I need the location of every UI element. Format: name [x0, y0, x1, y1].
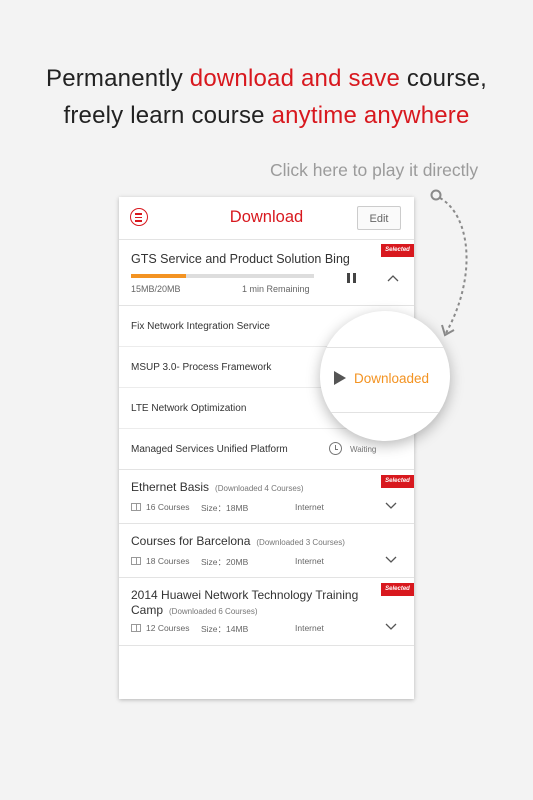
downloaded-count: (Downloaded 3 Courses) — [256, 538, 345, 547]
course-item[interactable]: Selected 2014 Huawei Network Technology … — [119, 578, 414, 646]
play-icon[interactable] — [334, 371, 346, 385]
chevron-up-icon[interactable] — [387, 274, 399, 282]
course-source: Internet — [295, 556, 324, 566]
chevron-down-icon[interactable] — [385, 502, 397, 510]
course-count: 18 Courses — [146, 556, 190, 566]
course-title: GTS Service and Product Solution Bing — [131, 252, 350, 266]
headline-segment: course, — [400, 65, 488, 92]
book-icon — [131, 503, 141, 511]
course-name-row: Courses for Barcelona (Downloaded 3 Cours… — [131, 534, 345, 548]
download-size: 15MB/20MB — [131, 284, 181, 294]
course-item[interactable]: Selected Ethernet Basis (Downloaded 4 Cou… — [119, 470, 414, 524]
course-size: Size：20MB — [201, 557, 249, 567]
headline-segment: Permanently — [45, 65, 190, 92]
active-course[interactable]: Selected GTS Service and Product Solutio… — [119, 240, 414, 306]
pause-icon[interactable] — [347, 273, 356, 283]
phone-screen: Download Edit Selected GTS Service and P… — [119, 197, 414, 699]
course-name-row: 2014 Huawei Network Technology Training … — [131, 588, 381, 619]
course-source: Internet — [295, 502, 324, 512]
course-name-row: Ethernet Basis (Downloaded 4 Courses) — [131, 480, 304, 494]
book-icon — [131, 557, 141, 565]
lesson-label: Managed Services Unified Platform — [131, 444, 288, 455]
selected-badge: Selected — [381, 583, 414, 596]
downloaded-count: (Downloaded 4 Courses) — [215, 484, 304, 493]
course-meta: 18 Courses Size：20MB Internet — [131, 556, 324, 567]
book-icon — [131, 624, 141, 632]
course-name: Ethernet Basis — [131, 480, 210, 494]
download-progress-bar — [131, 274, 314, 278]
chevron-down-icon[interactable] — [385, 556, 397, 564]
curved-arrow-icon — [430, 189, 468, 337]
course-meta: 12 Courses Size：14MB Internet — [131, 623, 324, 634]
course-count: 12 Courses — [146, 623, 190, 633]
course-count: 16 Courses — [146, 502, 190, 512]
course-item[interactable]: Courses for Barcelona (Downloaded 3 Cours… — [119, 524, 414, 578]
headline-segment-accent: download and save — [189, 65, 401, 92]
lesson-label: Fix Network Integration Service — [131, 321, 270, 332]
lesson-label: LTE Network Optimization — [131, 403, 247, 414]
lesson-label: MSUP 3.0- Process Framework — [131, 362, 272, 373]
course-meta: 16 Courses Size：18MB Internet — [131, 502, 324, 513]
downloaded-label: Downloaded — [354, 371, 430, 386]
app-header: Download Edit — [119, 197, 414, 240]
selected-badge: Selected — [381, 244, 414, 257]
headline-line-1: Permanently download and save course, — [0, 60, 533, 97]
download-progress-fill — [131, 274, 186, 278]
course-source: Internet — [295, 623, 324, 633]
time-remaining: 1 min Remaining — [242, 284, 310, 294]
course-name: Courses for Barcelona — [131, 534, 251, 548]
divider — [320, 347, 450, 348]
promo-headline: Permanently download and save course, fr… — [0, 60, 533, 134]
chevron-down-icon[interactable] — [385, 623, 397, 631]
edit-button[interactable]: Edit — [357, 206, 401, 230]
clock-icon — [329, 442, 342, 455]
waiting-status: Waiting — [350, 445, 377, 454]
course-size: Size：18MB — [201, 503, 249, 513]
downloaded-magnifier[interactable]: Downloaded — [320, 311, 450, 441]
course-size: Size：14MB — [201, 624, 249, 634]
divider — [320, 412, 450, 413]
headline-line-2: freely learn course anytime anywhere — [0, 97, 533, 134]
headline-segment: freely learn course — [63, 102, 272, 129]
headline-segment-accent: anytime anywhere — [271, 102, 470, 129]
play-hint: Click here to play it directly — [270, 160, 479, 180]
selected-badge: Selected — [381, 475, 414, 488]
downloaded-count: (Downloaded 6 Courses) — [169, 607, 258, 616]
